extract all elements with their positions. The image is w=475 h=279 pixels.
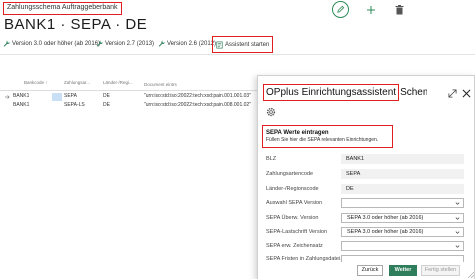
- action-version-2-6[interactable]: Version 2.6 (2012): [158, 40, 216, 47]
- page-title: BANK1 · SEPA · DE: [4, 16, 148, 33]
- chevron-down-icon: [455, 231, 460, 234]
- dialog-title-highlight: OPplus Einrichtungsassistent: [263, 84, 400, 101]
- column-header-region[interactable]: Länder-/Regi...: [103, 80, 133, 85]
- dialog-footer: Zurück Weiter Fertig stellen: [258, 262, 474, 279]
- field-label-region: Länder-/Regionscode: [266, 186, 319, 192]
- trash-icon: [395, 4, 403, 14]
- page-caption: Zahlungsschema Auftraggeberbank: [3, 2, 122, 15]
- header-divider: [0, 90, 260, 91]
- field-label-blz: BLZ: [266, 156, 277, 162]
- instruction-box: SEPA Werte eintragen Füllen Sie hier die…: [262, 125, 393, 148]
- delete-button[interactable]: [393, 4, 405, 16]
- gear-icon: [266, 107, 276, 117]
- cell-document: "urn:iso:std:iso:20022:tech:xsd:pain.008…: [144, 102, 251, 108]
- cell-region: DE: [103, 93, 110, 99]
- table-row[interactable]: BANK1 SEPA DE "urn:iso:std:iso:20022:tec…: [0, 93, 260, 101]
- action-label: Version 3.0 oder höher (ab 2016): [12, 40, 101, 47]
- action-label: Assistent starten: [225, 41, 270, 48]
- table-row[interactable]: BANK1 SEPA-LS DE "urn:iso:std:iso:20022:…: [0, 102, 260, 110]
- pencil-icon: [337, 5, 345, 13]
- edit-button[interactable]: [332, 1, 349, 18]
- arrow-right-icon: [5, 95, 10, 99]
- plus-icon: [367, 5, 375, 14]
- action-version-3[interactable]: Version 3.0 oder höher (ab 2016): [3, 40, 100, 47]
- select-direct-debit-version[interactable]: SEPA 3.0 oder höher (ab 2016): [341, 227, 464, 237]
- field-payment-type: SEPA: [341, 169, 464, 179]
- cell-bankcode: BANK1: [13, 102, 30, 108]
- cell-payment-type: SEPA-LS: [64, 102, 85, 108]
- field-label-direct-debit-version: SEPA-Lastschrift Version: [266, 229, 328, 235]
- chevron-down-icon: [455, 217, 460, 220]
- start-assistant-button[interactable]: Assistent starten: [212, 36, 274, 53]
- field-label-sepa-version: Auswahl SEPA Version: [266, 200, 323, 206]
- field-blz: BANK1: [341, 154, 464, 164]
- cell-document: "urn:iso:std:iso:20022:tech:xsd:pain.001…: [144, 93, 251, 99]
- action-bar: Version 3.0 oder höher (ab 2016) Version…: [0, 35, 475, 55]
- next-button[interactable]: Weiter: [389, 265, 417, 276]
- select-extended-charset[interactable]: [341, 241, 464, 251]
- selection-box: [52, 93, 62, 101]
- field-label-payment-type: Zahlungsartencode: [266, 171, 314, 177]
- resize-grip-icon[interactable]: [468, 272, 474, 278]
- dialog-title-rest: Schema Auftragg...: [400, 87, 427, 98]
- step-description: Füllen Sie hier die SEPA relevanten Einr…: [266, 137, 379, 143]
- page-actions: [332, 1, 405, 18]
- select-value: SEPA 3.0 oder höher (ab 2016): [347, 229, 424, 235]
- finish-button[interactable]: Fertig stellen: [421, 265, 460, 276]
- chevron-down-icon: [455, 245, 460, 248]
- select-credit-transfer-version[interactable]: SEPA 3.0 oder höher (ab 2016): [341, 213, 464, 223]
- close-icon[interactable]: [462, 89, 471, 98]
- cell-payment-type: SEPA: [64, 93, 77, 99]
- wrench-icon: [158, 40, 165, 47]
- action-label: Version 2.6 (2012): [167, 40, 217, 47]
- select-sepa-version[interactable]: [341, 198, 464, 208]
- setup-wizard-dialog: OPplus Einrichtungsassistent Schema Auft…: [257, 75, 475, 279]
- select-value: SEPA 3.0 oder höher (ab 2016): [347, 215, 424, 221]
- expand-icon[interactable]: [448, 89, 457, 98]
- field-label-extended-charset: SEPA erw. Zeichensatz: [266, 243, 323, 249]
- step-title: SEPA Werte eintragen: [266, 130, 329, 136]
- wrench-icon: [3, 40, 10, 47]
- column-header-payment-type[interactable]: Zahlungsar...: [64, 80, 90, 85]
- field-label-credit-transfer-version: SEPA Überw. Version: [266, 215, 319, 221]
- field-region: DE: [341, 184, 464, 194]
- dialog-title: OPplus Einrichtungsassistent Schema Auft…: [263, 83, 427, 102]
- action-version-2-7[interactable]: Version 2.7 (2013): [96, 40, 154, 47]
- cell-bankcode: BANK1: [13, 93, 30, 99]
- add-button[interactable]: [365, 4, 377, 16]
- column-header-bankcode[interactable]: Bankcode ↑: [24, 80, 48, 85]
- wizard-icon: [216, 41, 223, 48]
- back-button[interactable]: Zurück: [357, 265, 383, 276]
- wrench-icon: [96, 40, 103, 47]
- chevron-down-icon: [455, 202, 460, 205]
- cell-region: DE: [103, 102, 110, 108]
- action-label: Version 2.7 (2013): [105, 40, 155, 47]
- column-header-document[interactable]: Document eintrs: [144, 82, 177, 87]
